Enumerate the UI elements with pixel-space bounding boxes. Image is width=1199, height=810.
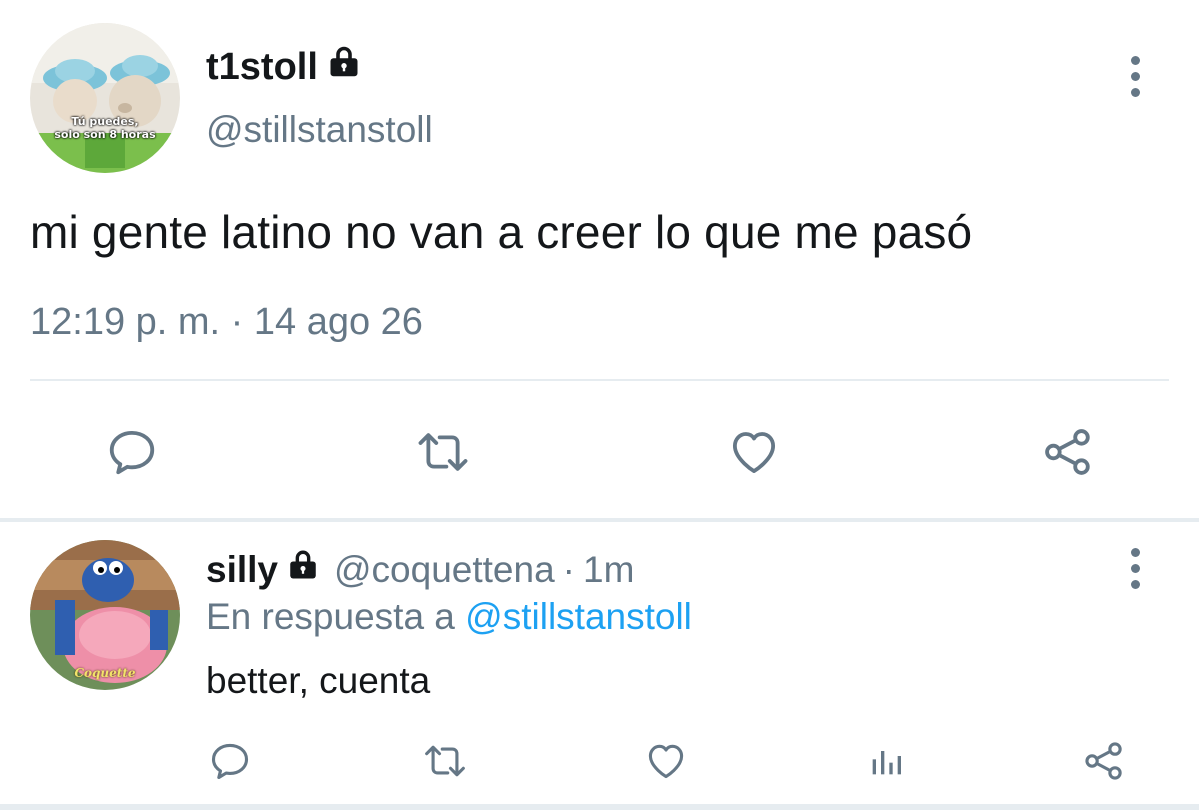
retweet-button[interactable] [410,424,476,480]
divider [30,379,1169,381]
reply-handle[interactable]: @coquettena [334,549,555,591]
reply-like-button[interactable] [642,738,690,784]
retweet-icon [418,433,468,471]
reply-button[interactable] [102,424,162,480]
section-separator [0,518,1199,522]
like-icon [732,432,776,474]
avatar-caption-line-1: Tú puedes, [71,115,139,128]
tweet-timestamp[interactable]: 12:19 p. m. · 14 ago 26 [30,301,423,344]
reply-header: silly @coquettena · 1m [206,548,634,591]
more-options-icon[interactable] [1129,56,1141,97]
reply-more-options-icon[interactable] [1129,548,1141,589]
reply-text: better, cuenta [206,660,431,701]
tweet-text: mi gente latino no van a creer lo que me… [30,206,973,258]
user-avatar[interactable]: Tú puedes, solo son 8 horas [30,23,180,173]
reply-time[interactable]: 1m [583,549,634,591]
reply-reply-button[interactable] [206,738,254,784]
main-tweet: Tú puedes, solo son 8 horas t1stoll @sti… [0,0,1199,520]
lock-icon [286,548,320,591]
user-handle[interactable]: @stillstanstoll [206,109,433,151]
in-reply-to: En respuesta a @stillstanstoll [206,596,692,638]
reply-share-button[interactable] [1080,738,1128,784]
reply-analytics-button[interactable] [864,738,908,784]
bottom-separator [0,804,1199,810]
share-icon [1085,742,1122,780]
avatar-image [30,23,180,173]
analytics-icon [872,751,901,775]
reply-user-avatar[interactable]: Coquette [30,540,180,690]
display-name[interactable]: t1stoll [206,44,362,90]
reply-display-name[interactable]: silly [206,549,278,591]
separator-dot: · [562,548,575,590]
like-icon [648,744,684,779]
retweet-icon [425,745,465,777]
like-button[interactable] [724,424,784,480]
share-button[interactable] [1038,424,1098,480]
lock-icon [326,44,362,90]
display-name-text: t1stoll [206,45,318,88]
reply-avatar-caption: Coquette [74,666,136,680]
reply-icon [109,430,155,475]
share-icon [1045,429,1090,475]
reply-retweet-button[interactable] [418,738,472,784]
avatar-caption-line-2: solo son 8 horas [54,128,156,141]
in-reply-to-handle-link[interactable]: @stillstanstoll [465,596,692,637]
reply-icon [211,743,249,780]
in-reply-to-label: En respuesta a [206,596,455,637]
